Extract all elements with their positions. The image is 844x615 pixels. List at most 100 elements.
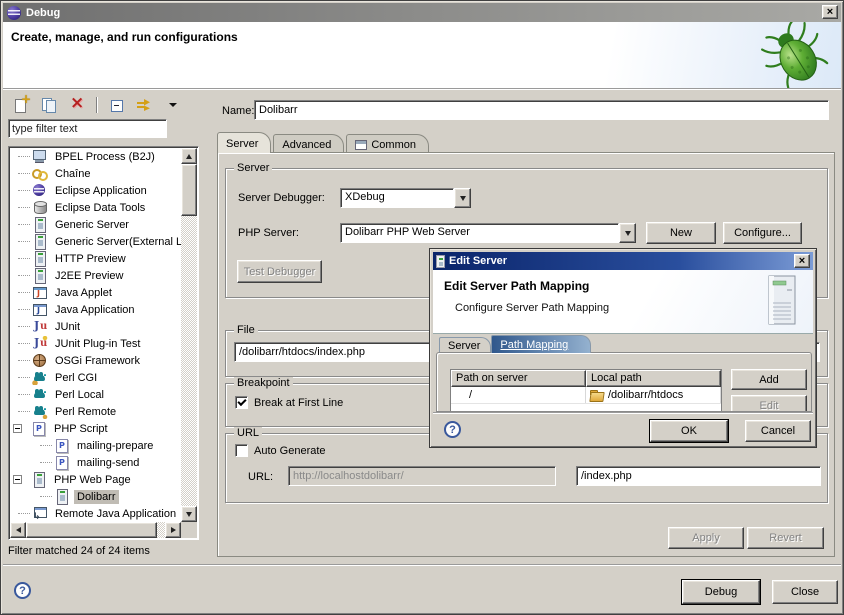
close-button[interactable]: Close — [772, 580, 838, 604]
auto-generate-checkbox[interactable] — [235, 444, 248, 457]
tree-item-label: J2EE Preview — [52, 269, 126, 283]
tree-item-generic-server-external-la[interactable]: Generic Server(External La — [10, 233, 181, 250]
help-icon[interactable]: ? — [14, 582, 31, 599]
cancel-button[interactable]: Cancel — [745, 420, 811, 442]
scroll-up-button[interactable] — [181, 148, 197, 164]
scroll-right-button[interactable] — [165, 522, 181, 538]
tree-item-java-application[interactable]: Java Application — [10, 301, 181, 318]
window-close-button[interactable]: × — [822, 5, 838, 19]
tree-item-perl-local[interactable]: Perl Local — [10, 386, 181, 403]
dialog-help-icon[interactable]: ? — [444, 421, 461, 438]
column-header[interactable]: Path on server — [451, 370, 586, 387]
breakpoint-group-title: Breakpoint — [234, 377, 293, 389]
revert-button[interactable]: Revert — [747, 527, 824, 549]
edit-server-heading: Edit Server Path Mapping — [444, 279, 589, 293]
url-path-field[interactable] — [576, 466, 821, 486]
duplicate-config-button[interactable] — [37, 95, 61, 115]
config-tree: BPEL Process (B2J)ChaîneEclipse Applicat… — [10, 148, 181, 522]
eclipse-logo-icon — [7, 6, 21, 20]
tab-advanced[interactable]: Advanced — [273, 134, 344, 153]
break-first-line-checkbox[interactable] — [235, 396, 248, 409]
edit-server-titlebar[interactable]: Edit Server × — [433, 252, 813, 270]
apply-button[interactable]: Apply — [668, 527, 744, 549]
edit-mapping-button[interactable]: Edit — [731, 395, 807, 412]
collapse-all-icon — [109, 97, 125, 113]
tree-item-eclipse-data-tools[interactable]: Eclipse Data Tools — [10, 199, 181, 216]
tree-item-perl-remote[interactable]: Perl Remote — [10, 403, 181, 420]
tab-common[interactable]: Common — [346, 134, 429, 153]
new-config-button[interactable] — [9, 95, 33, 115]
name-input[interactable] — [254, 100, 829, 120]
debug-button[interactable]: Debug — [682, 580, 760, 604]
vertical-scroll-thumb[interactable] — [181, 164, 197, 216]
scroll-left-button[interactable] — [10, 522, 26, 538]
edit-server-close-button[interactable]: × — [794, 254, 810, 268]
collapse-toggle-icon[interactable] — [13, 475, 22, 484]
dialog-tab-server[interactable]: Server — [439, 337, 491, 353]
configure-server-button[interactable]: Configure... — [723, 222, 802, 244]
tree-item-php-web-page[interactable]: PHP Web Page — [10, 471, 181, 488]
dialog-tab-path-mapping[interactable]: Path Mapping — [491, 335, 591, 353]
php-server-combo[interactable]: Dolibarr PHP Web Server — [340, 223, 636, 243]
add-mapping-button[interactable]: Add — [731, 369, 807, 390]
tree-item-perl-cgi[interactable]: Perl CGI — [10, 369, 181, 386]
tree-item-java-applet[interactable]: Java Applet — [10, 284, 181, 301]
test-debugger-button[interactable]: Test Debugger — [237, 260, 322, 283]
filter-launch-button[interactable] — [133, 95, 157, 115]
tree-item-label: PHP Web Page — [51, 473, 134, 487]
tree-item-php-script[interactable]: PHP Script — [10, 420, 181, 437]
tree-item-http-preview[interactable]: HTTP Preview — [10, 250, 181, 267]
horizontal-scroll-thumb[interactable] — [26, 522, 157, 538]
eclipse-icon — [32, 183, 48, 198]
perl-remote-icon — [32, 404, 48, 419]
vertical-scrollbar[interactable] — [181, 148, 197, 522]
tree-item-junit[interactable]: JUnit — [10, 318, 181, 335]
file-group-title: File — [234, 324, 258, 336]
window-titlebar[interactable]: Debug × — [3, 3, 841, 22]
collapse-toggle-icon[interactable] — [13, 424, 22, 433]
footer-separator — [3, 564, 841, 566]
server-tower-image — [765, 275, 799, 327]
combo-dropdown-icon[interactable] — [619, 223, 636, 243]
tab-server[interactable]: Server — [217, 132, 271, 153]
new-config-icon — [13, 97, 29, 113]
collapse-all-button[interactable] — [105, 95, 129, 115]
menu-dropdown-button[interactable] — [161, 95, 185, 115]
tree-item-bpel-process-b2j[interactable]: BPEL Process (B2J) — [10, 148, 181, 165]
tree-item-mailing-send[interactable]: mailing-send — [10, 454, 181, 471]
mapping-row[interactable]: //dolibarr/htdocs — [451, 387, 721, 403]
java-icon — [32, 302, 48, 317]
base-url-field[interactable] — [288, 466, 556, 486]
tree-item-osgi-framework[interactable]: OSGi Framework — [10, 352, 181, 369]
config-tabs: Server Advanced Common — [217, 132, 431, 153]
tree-item-cha-ne[interactable]: Chaîne — [10, 165, 181, 182]
ok-button[interactable]: OK — [650, 420, 728, 442]
tree-item-label: Eclipse Data Tools — [52, 201, 148, 215]
scroll-down-button[interactable] — [181, 506, 197, 522]
horizontal-scrollbar[interactable] — [10, 522, 181, 538]
tree-item-j2ee-preview[interactable]: J2EE Preview — [10, 267, 181, 284]
tree-item-label: Java Applet — [52, 286, 115, 300]
filter-input[interactable] — [8, 119, 167, 138]
combo-dropdown-icon[interactable] — [454, 188, 471, 208]
edit-server-title: Edit Server — [449, 255, 507, 267]
tree-item-junit-plug-in-test[interactable]: JUnit Plug-in Test — [10, 335, 181, 352]
tree-item-label: Java Application — [52, 303, 138, 317]
tree-item-generic-server[interactable]: Generic Server — [10, 216, 181, 233]
edit-server-dialog: Edit Server × Edit Server Path Mapping C… — [429, 248, 817, 448]
folder-icon — [590, 390, 604, 401]
perl-icon — [32, 387, 48, 402]
edit-server-button-bar: ? OK Cancel — [433, 412, 813, 446]
tree-item-label: Remote Java Application — [52, 507, 179, 521]
toolbar-separator — [96, 97, 98, 113]
delete-config-button[interactable] — [65, 95, 89, 115]
debug-configurations-window: Debug × Create, manage, and run configur… — [0, 0, 844, 615]
tree-item-remote-java-application[interactable]: Remote Java Application — [10, 505, 181, 522]
server-debugger-combo[interactable]: XDebug — [340, 188, 471, 208]
tree-item-eclipse-application[interactable]: Eclipse Application — [10, 182, 181, 199]
tree-item-dolibarr[interactable]: Dolibarr — [10, 488, 181, 505]
new-server-button[interactable]: New — [646, 222, 716, 244]
server-icon — [436, 255, 445, 268]
column-header[interactable]: Local path — [586, 370, 721, 387]
tree-item-mailing-prepare[interactable]: mailing-prepare — [10, 437, 181, 454]
